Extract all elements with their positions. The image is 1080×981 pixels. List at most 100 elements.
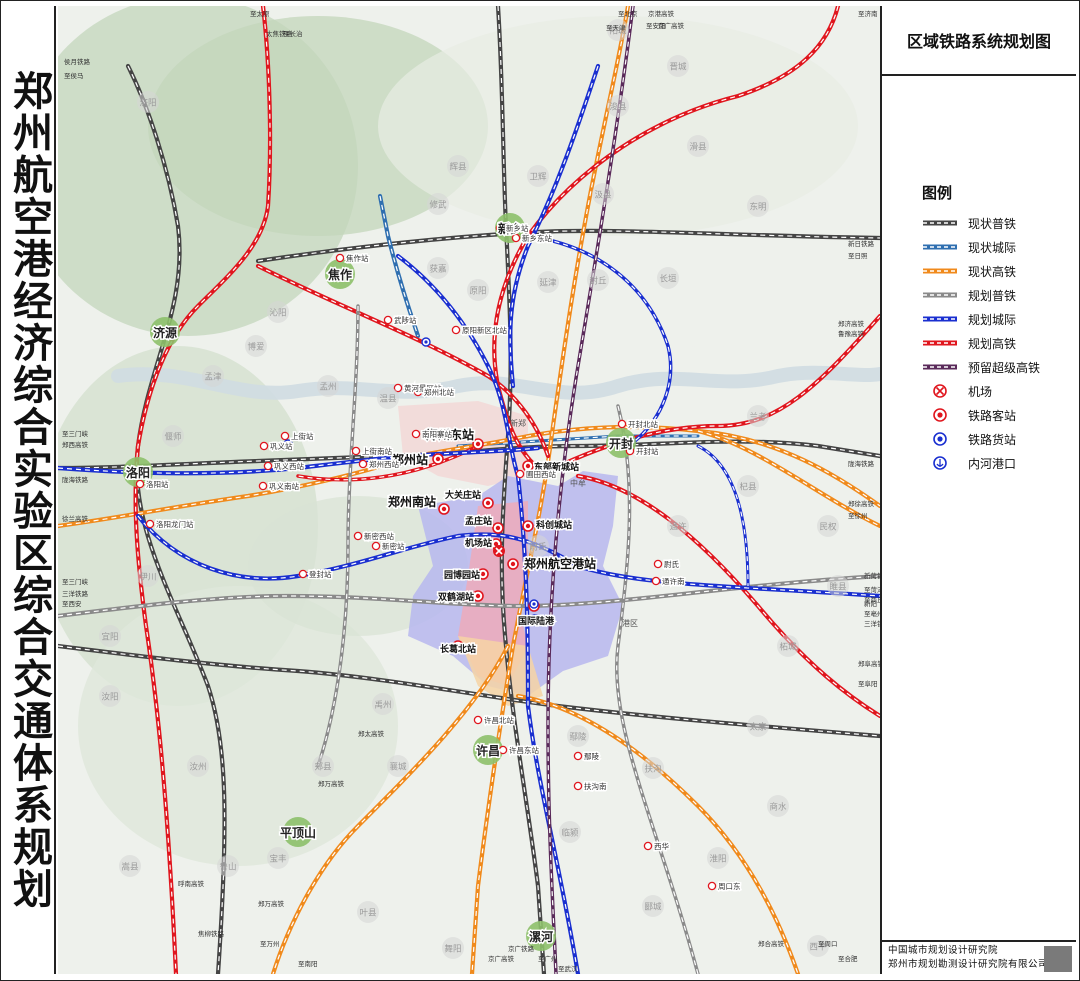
minor-station-label: 通许南 xyxy=(662,576,685,586)
legend-item: 内河港口 xyxy=(922,451,1040,475)
minor-station[interactable] xyxy=(411,429,421,439)
minor-station-label: 焦作站 xyxy=(346,253,369,263)
major-station[interactable] xyxy=(507,558,519,570)
freight-station-icon[interactable] xyxy=(529,599,539,609)
minor-station[interactable] xyxy=(617,419,627,429)
county-label: 温县 xyxy=(379,394,397,405)
existing-hsr-line xyxy=(922,264,958,278)
major-station-label: 双鹤湖站 xyxy=(438,591,474,603)
major-station[interactable] xyxy=(522,520,534,532)
minor-station[interactable] xyxy=(473,715,483,725)
major-station[interactable] xyxy=(492,522,504,534)
minor-station[interactable] xyxy=(651,576,661,586)
major-station[interactable] xyxy=(432,453,444,465)
legend-item: 机场 xyxy=(922,379,1040,403)
minor-station-label: 上街南站 xyxy=(362,446,392,456)
edge-label: 京广高铁 xyxy=(658,21,685,30)
edge-label: 新菏铁路 xyxy=(864,571,880,580)
minor-station[interactable] xyxy=(371,541,381,551)
edge-label: 郑徐高铁 xyxy=(848,499,875,508)
minor-station[interactable] xyxy=(258,481,268,491)
legend-item-label: 机场 xyxy=(968,384,993,399)
freight-station-icon[interactable] xyxy=(421,337,431,347)
major-station-label: 孟庄站 xyxy=(465,515,492,527)
planned-rail-line xyxy=(922,288,958,302)
county-label: 原阳 xyxy=(469,287,486,297)
minor-station-label: 武陟站 xyxy=(394,315,417,325)
county-label: 延津 xyxy=(539,278,557,289)
minor-station[interactable] xyxy=(451,325,461,335)
minor-station[interactable] xyxy=(358,459,368,469)
minor-station-label: 周口东 xyxy=(718,881,741,891)
minor-station[interactable] xyxy=(298,569,308,579)
county-label: 孟州 xyxy=(319,382,336,393)
county-label: 郏县 xyxy=(314,762,332,773)
minor-station[interactable] xyxy=(259,441,269,451)
minor-station[interactable] xyxy=(643,841,653,851)
minor-station[interactable] xyxy=(383,315,393,325)
minor-station[interactable] xyxy=(335,253,345,263)
county-label: 郾城 xyxy=(644,903,662,913)
edge-label: 三洋铁路 xyxy=(864,619,880,628)
major-station[interactable] xyxy=(438,503,450,515)
edge-label: 京广铁路 xyxy=(508,944,535,953)
minor-station[interactable] xyxy=(515,469,525,479)
legend-item: 规划高铁 xyxy=(922,331,1040,355)
county-label: 济阳 xyxy=(139,98,156,109)
edge-label: 至西安 xyxy=(62,599,82,608)
credits-block: 中国城市规划设计研究院 郑州市规划勘测设计研究院有限公司 xyxy=(882,940,1076,974)
minor-station[interactable] xyxy=(573,751,583,761)
major-station-label: 大关庄站 xyxy=(445,489,481,501)
major-station[interactable] xyxy=(482,497,494,509)
county-label: 孟津 xyxy=(204,372,222,383)
edge-label: 侯月铁路 xyxy=(64,57,91,66)
minor-station[interactable] xyxy=(498,745,508,755)
minor-station-label: 新密站 xyxy=(382,541,405,551)
minor-station[interactable] xyxy=(573,781,583,791)
minor-station[interactable] xyxy=(280,431,290,441)
county-label: 沁阳 xyxy=(269,308,286,319)
minor-station[interactable] xyxy=(653,559,663,569)
county-label: 柘城 xyxy=(779,642,797,653)
county-label: 获嘉 xyxy=(429,264,446,275)
legend-item: 铁路货站 xyxy=(922,427,1040,451)
major-station-label: 科创城站 xyxy=(536,519,572,531)
edge-label: 郑阜高铁 xyxy=(858,659,880,668)
edge-label: 至济南 xyxy=(858,9,878,18)
major-station-label: 园博园站 xyxy=(444,569,480,581)
regional-rail-map[interactable]: 焦作 焦作 新乡 新乡 济源 济源 洛阳 洛阳 开封 开封 许昌 许昌 平顶山 平顶山 漯河 漯河 郑州东站 郑州… xyxy=(58,6,882,974)
minor-station-label: 鄢陵 xyxy=(584,752,599,761)
minor-station-label: 新乡东站 xyxy=(522,233,552,243)
county-label: 睢县 xyxy=(829,582,847,593)
edge-label: 至三门峡 xyxy=(62,429,89,438)
minor-station-label: 尉氏 xyxy=(664,559,679,569)
minor-station[interactable] xyxy=(135,479,145,489)
edge-label: 至太原 xyxy=(250,9,270,18)
county-label: 汝州 xyxy=(189,762,206,773)
county-label: 浚县 xyxy=(609,102,627,113)
airport-icon[interactable] xyxy=(493,545,505,557)
major-station[interactable] xyxy=(472,590,484,602)
minor-station[interactable] xyxy=(353,531,363,541)
edge-label: 新日铁路 xyxy=(848,239,875,248)
legend-item-label: 规划高铁 xyxy=(968,336,1017,351)
county-label: 修武 xyxy=(429,200,447,211)
minor-station[interactable] xyxy=(263,461,273,471)
legend-list: 现状普铁 现状城际 现状高铁 规划普铁 规划城际 规划高铁 预留超级高铁 机场 铁路客站 铁路货站… xyxy=(922,211,1040,475)
map-canvas[interactable]: 焦作焦作新乡新乡济源济源洛阳洛阳开封开封许昌许昌平顶山平顶山漯河漯河郑州东站郑州… xyxy=(58,6,880,974)
minor-station-label: 郑州北站 xyxy=(424,387,454,397)
minor-station-label: 登封站 xyxy=(309,569,332,579)
hub-city-label: 许昌 xyxy=(476,743,500,758)
major-station-label: 郑州航空港站 xyxy=(524,556,596,571)
minor-station[interactable] xyxy=(145,519,155,529)
legend: 图例 现状普铁 现状城际 现状高铁 规划普铁 规划城际 规划高铁 预留超级高铁 机场 铁路客站铁… xyxy=(922,182,1040,475)
legend-item: 现状高铁 xyxy=(922,259,1040,283)
edge-label: 陇海铁路 xyxy=(62,475,89,484)
major-station[interactable] xyxy=(472,438,484,450)
minor-station[interactable] xyxy=(351,446,361,456)
legend-item-label: 现状普铁 xyxy=(968,216,1017,231)
minor-station-label: 新乡站 xyxy=(506,223,529,233)
county-label: 长垣 xyxy=(659,274,677,285)
edge-label: 至天津 xyxy=(606,24,626,32)
minor-station[interactable] xyxy=(707,881,717,891)
